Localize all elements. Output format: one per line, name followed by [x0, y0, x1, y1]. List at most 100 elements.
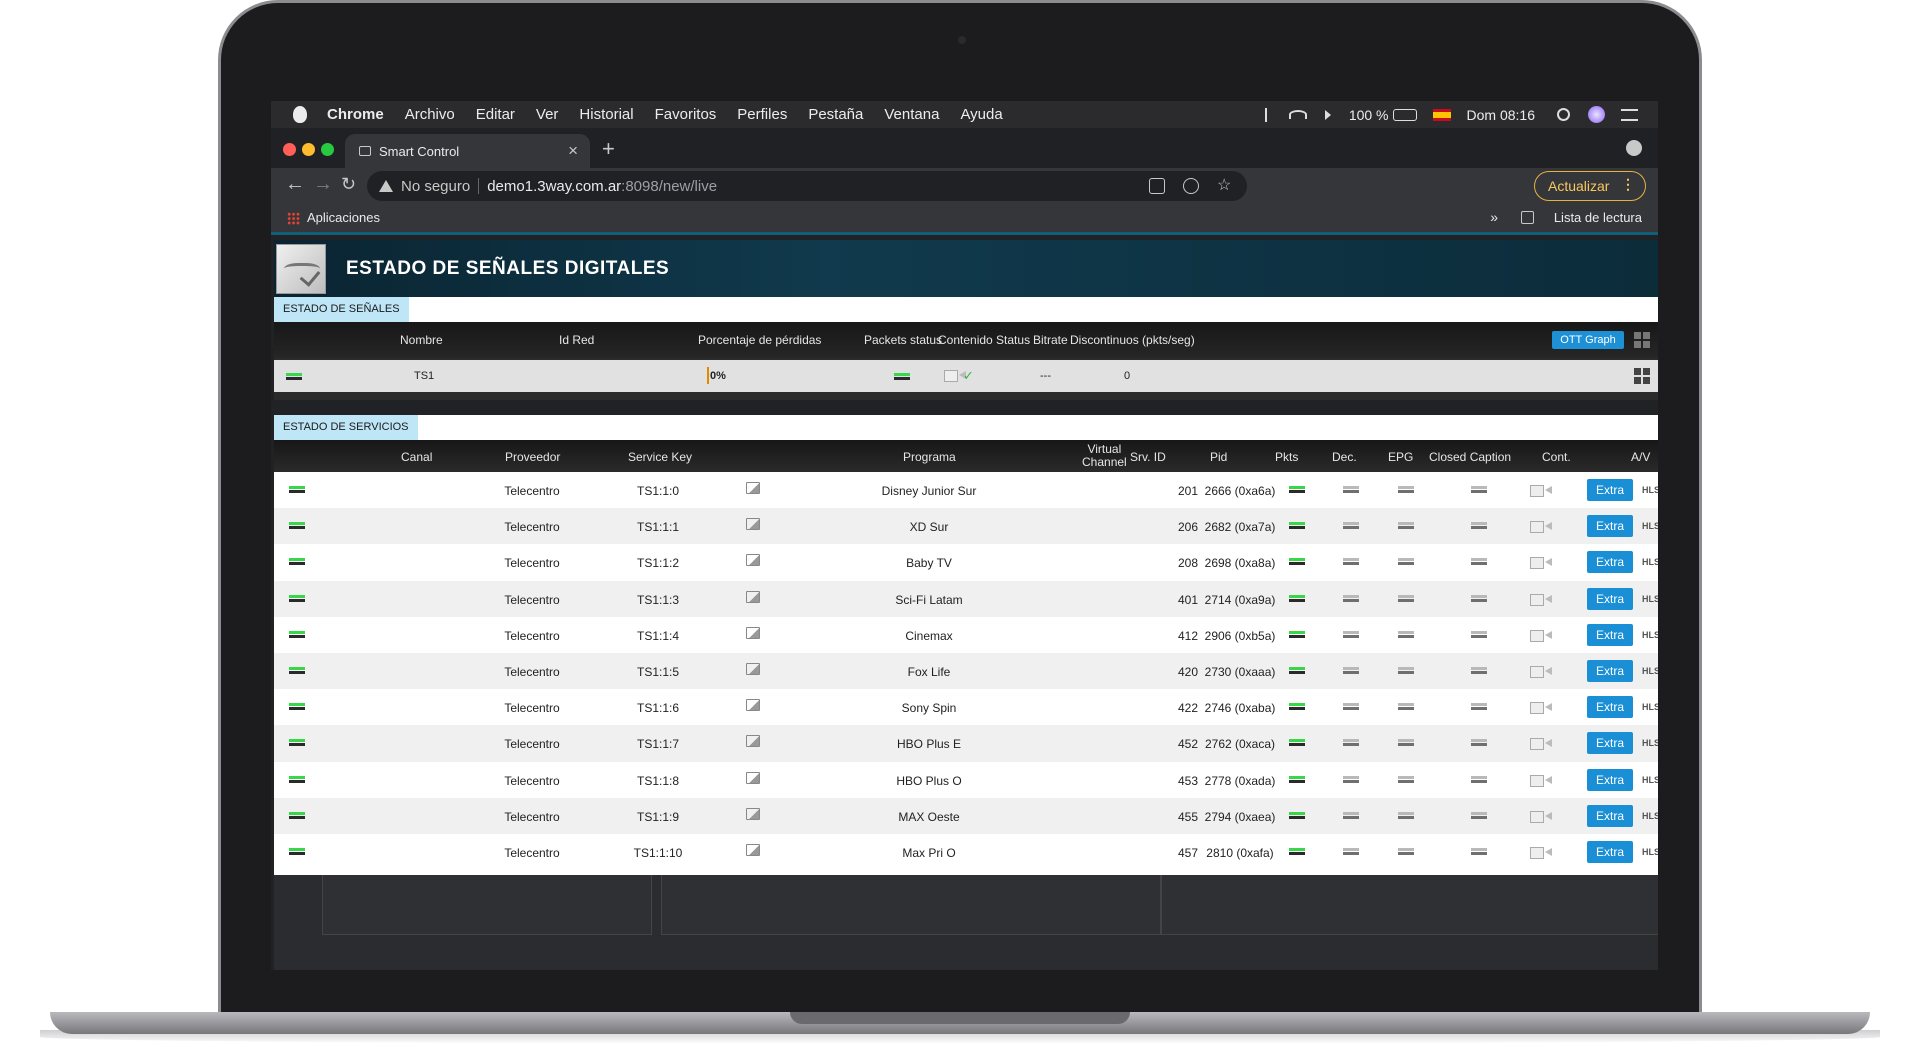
thumbnail-icon[interactable]: [746, 662, 760, 675]
col-epg[interactable]: EPG: [1388, 450, 1413, 464]
extra-button[interactable]: Extra: [1587, 768, 1633, 791]
menu-item-ayuda[interactable]: Ayuda: [960, 106, 1002, 123]
back-button[interactable]: ←: [285, 173, 305, 196]
col-nombre[interactable]: Nombre: [400, 333, 443, 347]
apple-icon[interactable]: [293, 106, 307, 123]
translate-icon[interactable]: [1149, 178, 1165, 194]
table-row[interactable]: Telecentro TS1:1:8 HBO Plus O 453 2778 (…: [274, 761, 1658, 798]
signal-grid-icon[interactable]: [1634, 368, 1650, 384]
grid-view-icon[interactable]: [1634, 332, 1650, 348]
col-av[interactable]: A/V: [1631, 450, 1650, 464]
menu-item-editar[interactable]: Editar: [476, 106, 515, 123]
table-row[interactable]: Telecentro TS1:1:9 MAX Oeste 455 2794 (0…: [274, 797, 1658, 834]
minimize-window-button[interactable]: [302, 143, 315, 156]
bookmark-star-icon[interactable]: ☆: [1217, 178, 1233, 194]
col-discontinuos[interactable]: Discontinuos (pkts/seg): [1070, 333, 1195, 347]
table-row[interactable]: Telecentro TS1:1:1 XD Sur 206 2682 (0xa7…: [274, 508, 1658, 545]
apps-grid-icon[interactable]: [287, 212, 300, 225]
update-button[interactable]: Actualizar ⋮: [1534, 171, 1646, 201]
extra-button[interactable]: Extra: [1587, 659, 1633, 682]
browser-tab[interactable]: Smart Control ×: [345, 134, 590, 168]
table-row[interactable]: Telecentro TS1:1:10 Max Pri O 457 2810 (…: [274, 833, 1658, 871]
menu-item-ver[interactable]: Ver: [536, 106, 559, 123]
col-perdidas[interactable]: Porcentaje de pérdidas: [698, 333, 821, 347]
thumbnail-icon[interactable]: [746, 554, 760, 567]
menu-app-name[interactable]: Chrome: [327, 106, 384, 123]
extra-button[interactable]: Extra: [1587, 587, 1633, 610]
menu-item-ventana[interactable]: Ventana: [884, 106, 939, 123]
hls-icon[interactable]: HLS: [1642, 557, 1658, 567]
col-programa[interactable]: Programa: [903, 450, 956, 464]
control-center-icon[interactable]: [1621, 108, 1638, 121]
thumbnail-icon[interactable]: [746, 699, 760, 712]
thumbnail-icon[interactable]: [746, 626, 760, 639]
hls-icon[interactable]: HLS: [1642, 811, 1658, 821]
signal-row[interactable]: TS1 0% ✓ --- 0: [274, 360, 1658, 392]
siri-icon[interactable]: [1588, 106, 1605, 123]
table-row[interactable]: Telecentro TS1:1:5 Fox Life 420 2730 (0x…: [274, 652, 1658, 690]
new-tab-button[interactable]: +: [602, 136, 615, 162]
tab-search-icon[interactable]: [1626, 140, 1642, 156]
hls-icon[interactable]: HLS: [1642, 666, 1658, 676]
hls-icon[interactable]: HLS: [1642, 630, 1658, 640]
menu-item-historial[interactable]: Historial: [579, 106, 633, 123]
thumbnail-icon[interactable]: [746, 807, 760, 820]
hls-icon[interactable]: HLS: [1642, 702, 1658, 712]
menu-item-archivo[interactable]: Archivo: [405, 106, 455, 123]
app-logo[interactable]: [276, 244, 326, 294]
not-secure-warning-icon[interactable]: [379, 180, 393, 192]
ott-graph-button[interactable]: OTT Graph: [1552, 331, 1624, 349]
zoom-icon[interactable]: [1183, 178, 1199, 194]
thumbnail-icon[interactable]: [746, 843, 760, 856]
hls-icon[interactable]: HLS: [1642, 847, 1658, 857]
reading-list-button[interactable]: Lista de lectura: [1554, 210, 1642, 225]
url-path[interactable]: :8098/new/live: [621, 178, 717, 195]
extra-button[interactable]: Extra: [1587, 479, 1633, 501]
thumbnail-icon[interactable]: [746, 518, 760, 531]
signals-section-tab[interactable]: ESTADO DE SEÑALES: [274, 297, 409, 322]
table-row[interactable]: Telecentro TS1:1:0 Disney Junior Sur 201…: [274, 472, 1658, 509]
col-packets-status[interactable]: Packets status: [864, 333, 942, 347]
reading-list-icon[interactable]: [1521, 211, 1534, 224]
col-srv-id[interactable]: Srv. ID: [1130, 450, 1166, 464]
input-source-flag-icon[interactable]: [1432, 108, 1451, 121]
col-closed-caption[interactable]: Closed Caption: [1429, 450, 1511, 464]
col-pid[interactable]: Pid: [1210, 450, 1227, 464]
table-row[interactable]: Telecentro TS1:1:3 Sci-Fi Latam 401 2714…: [274, 580, 1658, 617]
kebab-menu-icon[interactable]: ⋮: [1621, 176, 1635, 193]
hls-icon[interactable]: HLS: [1642, 485, 1658, 495]
col-virtual-channel[interactable]: Virtual Channel: [1082, 443, 1127, 469]
extra-button[interactable]: Extra: [1587, 623, 1633, 646]
thumbnail-icon[interactable]: [746, 590, 760, 603]
extra-button[interactable]: Extra: [1587, 696, 1633, 719]
thumbnail-icon[interactable]: [746, 771, 760, 784]
bluetooth-icon[interactable]: [1264, 107, 1271, 122]
table-row[interactable]: Telecentro TS1:1:6 Sony Spin 422 2746 (0…: [274, 689, 1658, 726]
col-cont[interactable]: Cont.: [1542, 450, 1571, 464]
wifi-icon[interactable]: [1288, 110, 1307, 119]
hls-icon[interactable]: HLS: [1642, 738, 1658, 748]
reload-button[interactable]: ↻: [341, 174, 356, 195]
bookmark-apps[interactable]: Aplicaciones: [307, 210, 380, 225]
menu-clock[interactable]: Dom 08:16: [1467, 107, 1535, 123]
url-host[interactable]: demo1.3way.com.ar: [487, 178, 621, 195]
hls-icon[interactable]: HLS: [1642, 775, 1658, 785]
address-bar[interactable]: No seguro demo1.3way.com.ar :8098/new/li…: [367, 171, 1247, 201]
battery-icon[interactable]: [1392, 108, 1417, 121]
col-contenido-status[interactable]: Contenido Status: [938, 333, 1030, 347]
menu-item-pestana[interactable]: Pestaña: [808, 106, 863, 123]
tab-close-icon[interactable]: ×: [568, 141, 578, 161]
col-dec[interactable]: Dec.: [1332, 450, 1357, 464]
extra-button[interactable]: Extra: [1587, 840, 1633, 863]
hls-icon[interactable]: HLS: [1642, 594, 1658, 604]
extra-button[interactable]: Extra: [1587, 551, 1633, 574]
table-row[interactable]: Telecentro TS1:1:7 HBO Plus E 452 2762 (…: [274, 725, 1658, 762]
col-canal[interactable]: Canal: [401, 450, 432, 464]
forward-button[interactable]: →: [313, 173, 333, 196]
menu-item-favoritos[interactable]: Favoritos: [655, 106, 717, 123]
bookmarks-overflow-chevron[interactable]: »: [1490, 209, 1498, 225]
table-row[interactable]: Telecentro TS1:1:4 Cinemax 412 2906 (0xb…: [274, 616, 1658, 653]
col-id-red[interactable]: Id Red: [559, 333, 594, 347]
extra-button[interactable]: Extra: [1587, 804, 1633, 827]
spotlight-icon[interactable]: [1557, 108, 1570, 121]
